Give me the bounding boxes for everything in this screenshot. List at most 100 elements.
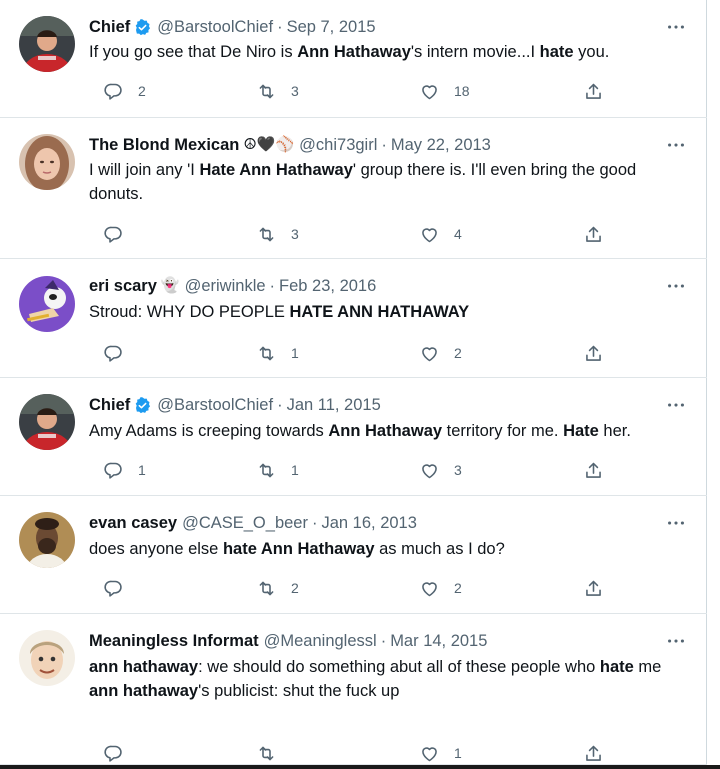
like-button[interactable]: 4 [405, 223, 462, 245]
separator-dot: · [381, 135, 387, 154]
display-name[interactable]: Meaningless Informat [89, 632, 259, 651]
verified-badge-icon [133, 18, 152, 37]
share-icon [583, 224, 604, 245]
like-button[interactable]: 2 [405, 342, 462, 364]
avatar-image [19, 394, 75, 450]
tweet-date[interactable]: Jan 11, 2015 [287, 396, 381, 415]
more-options-icon[interactable] [665, 630, 687, 652]
user-handle[interactable]: @eriwinkle [185, 277, 266, 296]
heart-icon [419, 224, 440, 245]
share-icon [583, 578, 604, 599]
separator-dot: · [269, 276, 276, 295]
text-segment: as much as I do? [374, 540, 505, 558]
avatar[interactable] [19, 276, 75, 332]
share-button[interactable] [569, 223, 604, 245]
separator-dot: · [277, 17, 283, 36]
like-count: 4 [454, 226, 462, 242]
avatar[interactable] [19, 512, 75, 568]
tweet-card[interactable]: Chief @BarstoolChief · Sep 7, 2015 If you go… [0, 0, 707, 118]
retweet-button[interactable]: 1 [242, 459, 299, 481]
reply-icon [103, 81, 124, 102]
retweet-icon [256, 743, 277, 764]
user-handle[interactable]: @CASE_O_beer [182, 514, 308, 533]
retweet-icon-svg [259, 463, 274, 477]
tweet-card[interactable]: evan casey @CASE_O_beer · Jan 16, 2013 does … [0, 496, 707, 614]
tweet-text-line: ann hathaway's publicist: shut the fuck … [89, 680, 689, 704]
display-name[interactable]: The Blond Mexican [89, 136, 239, 155]
share-icon-svg [586, 745, 601, 761]
reply-button[interactable] [89, 742, 138, 764]
reply-button[interactable]: 2 [89, 80, 146, 102]
tweet-card[interactable]: Meaningless Informat @Meaninglessl · Mar 14… [0, 614, 707, 765]
tweet-header: The Blond Mexican ☮🖤⚾ @chi73girl · May 22, 2… [89, 134, 687, 156]
display-name[interactable]: evan casey [89, 514, 177, 533]
retweet-button[interactable]: 3 [242, 80, 299, 102]
user-handle[interactable]: @chi73girl [299, 136, 377, 155]
like-button[interactable]: 3 [405, 459, 462, 481]
user-handle[interactable]: @BarstoolChief [157, 18, 273, 37]
heart-icon [419, 578, 440, 599]
reply-icon-svg [104, 745, 122, 762]
reply-button[interactable] [89, 577, 138, 599]
text-segment: Amy Adams is creeping towards [89, 422, 329, 440]
avatar-image [19, 512, 75, 568]
share-icon [583, 743, 604, 764]
more-options-icon[interactable] [665, 275, 687, 297]
reply-button[interactable] [89, 223, 138, 245]
more-options-icon[interactable] [665, 134, 687, 156]
share-button[interactable] [569, 342, 604, 364]
retweet-button[interactable]: 1 [242, 342, 299, 364]
user-handle[interactable]: @BarstoolChief [157, 396, 273, 415]
share-button[interactable] [569, 80, 604, 102]
text-segment: you. [573, 43, 610, 61]
text-segment: does anyone else [89, 540, 223, 558]
more-options-icon[interactable] [665, 16, 687, 38]
like-button[interactable]: 1 [405, 742, 462, 764]
user-handle[interactable]: @Meaninglessl [264, 632, 377, 651]
share-button[interactable] [569, 742, 604, 764]
like-button[interactable]: 2 [405, 577, 462, 599]
retweet-button[interactable]: 3 [242, 223, 299, 245]
heart-icon-svg [422, 463, 437, 478]
tweet-card[interactable]: Chief @BarstoolChief · Jan 11, 2015 Amy Adam… [0, 378, 707, 496]
tweet-header: Chief @BarstoolChief · Sep 7, 2015 [89, 16, 687, 38]
tweet-date[interactable]: Mar 14, 2015 [390, 632, 487, 651]
more-options-icon[interactable] [665, 394, 687, 416]
share-button[interactable] [569, 459, 604, 481]
retweet-button[interactable] [242, 742, 291, 764]
share-button[interactable] [569, 577, 604, 599]
reply-button[interactable]: 1 [89, 459, 146, 481]
share-icon [583, 343, 604, 364]
retweet-button[interactable]: 2 [242, 577, 299, 599]
reply-icon-svg [104, 462, 122, 479]
separator-dot: · [311, 513, 318, 532]
avatar[interactable] [19, 394, 75, 450]
display-name[interactable]: Chief [89, 396, 130, 415]
tweet-card[interactable]: The Blond Mexican ☮🖤⚾ @chi73girl · May 22, 2… [0, 118, 707, 259]
heart-icon-svg [422, 581, 437, 596]
reply-icon [103, 343, 124, 364]
display-name[interactable]: Chief [89, 18, 130, 37]
more-options-svg [668, 25, 684, 29]
tweet-date[interactable]: Sep 7, 2015 [287, 18, 376, 37]
display-name[interactable]: eri scary [89, 277, 157, 296]
retweet-icon [256, 578, 277, 599]
highlighted-text: Hate [563, 422, 599, 440]
avatar[interactable] [19, 134, 75, 190]
like-button[interactable]: 18 [405, 80, 470, 102]
more-options-svg [668, 521, 684, 525]
reply-count: 1 [138, 462, 146, 478]
share-icon [583, 81, 604, 102]
more-options-svg [668, 143, 684, 147]
avatar[interactable] [19, 16, 75, 72]
tweet-date[interactable]: May 22, 2013 [391, 136, 491, 155]
more-options-icon[interactable] [665, 512, 687, 534]
like-count: 1 [454, 745, 462, 761]
reply-button[interactable] [89, 342, 138, 364]
heart-icon [419, 343, 440, 364]
tweet-card[interactable]: eri scary 👻 @eriwinkle · Feb 23, 2016 Stroud:… [0, 259, 707, 378]
text-segment: : we should do something abut all of the… [198, 658, 600, 676]
tweet-date[interactable]: Feb 23, 2016 [279, 277, 376, 296]
tweet-date[interactable]: Jan 16, 2013 [321, 514, 416, 533]
avatar[interactable] [19, 630, 75, 686]
